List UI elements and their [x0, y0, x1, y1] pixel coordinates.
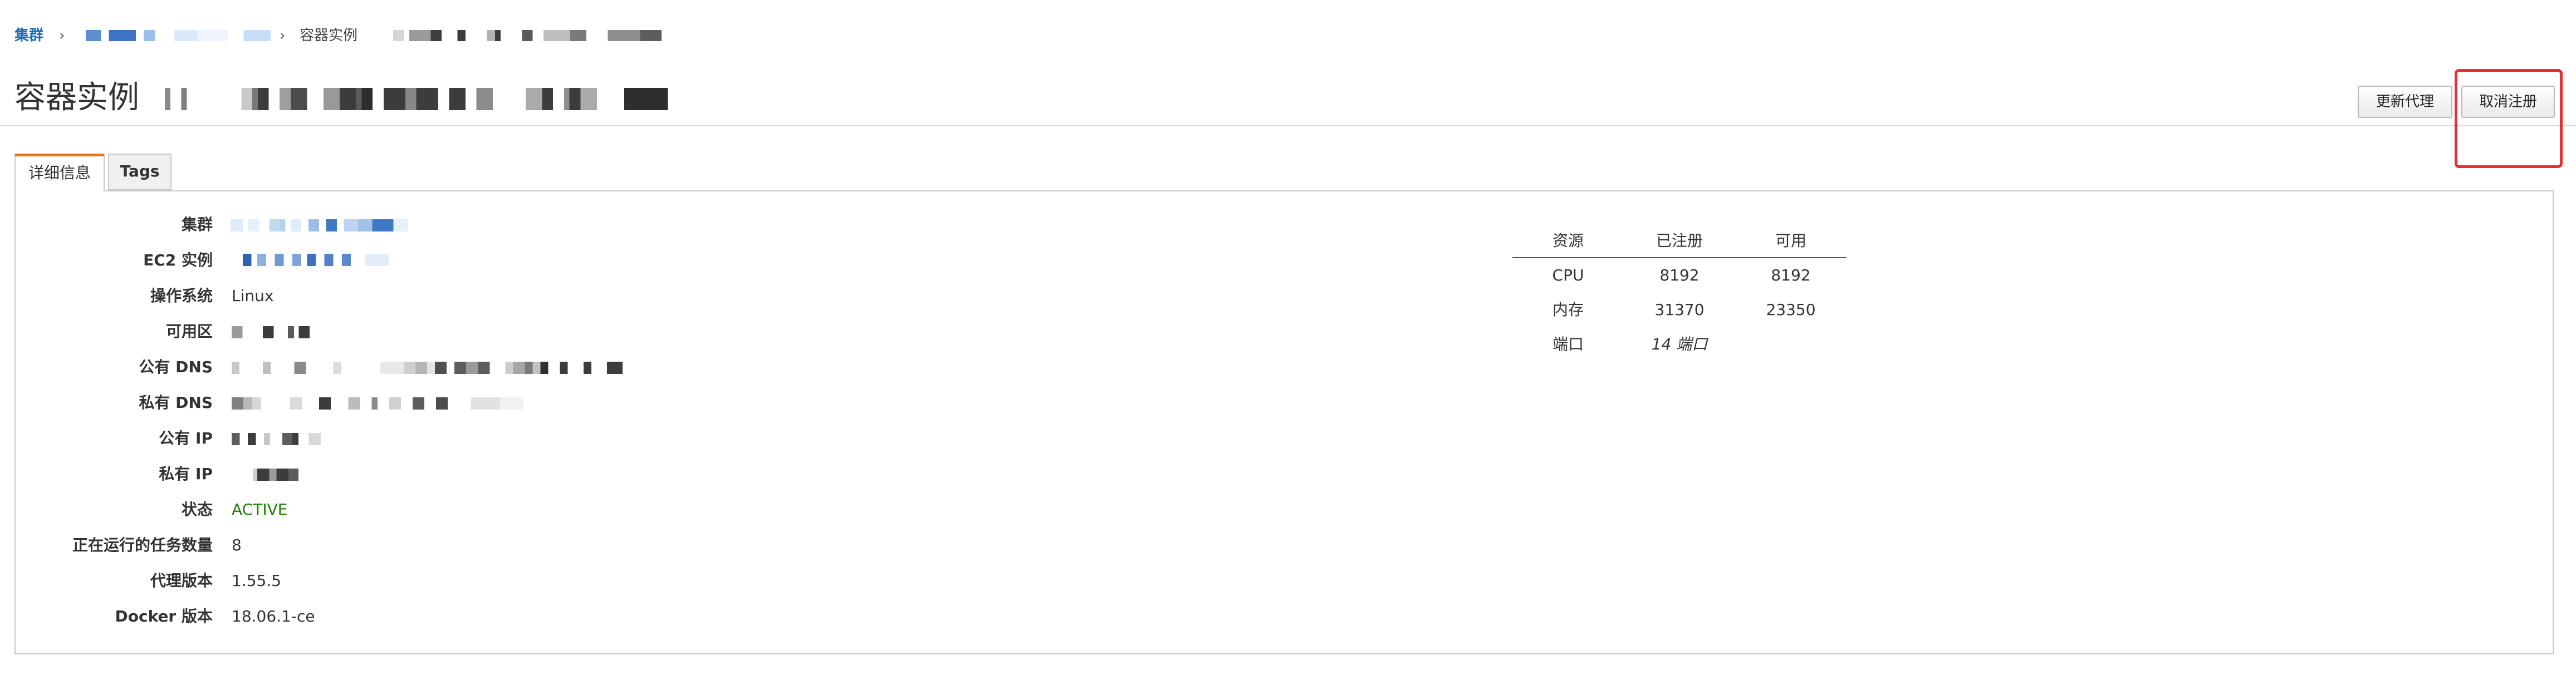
- resources-header-registered: 已注册: [1656, 231, 1703, 250]
- public-dns-label: 公有 DNS: [139, 358, 213, 376]
- table-cell: 23350: [1766, 300, 1816, 319]
- agent-version-value: 1.55.5: [232, 571, 282, 590]
- public-dns-value-redacted: [232, 362, 623, 374]
- agent-version-label: 代理版本: [150, 571, 213, 590]
- table-cell: 8192: [1771, 266, 1811, 284]
- table-cell: 8192: [1659, 266, 1700, 284]
- cluster-value-redacted[interactable]: [231, 219, 408, 231]
- table-cell: 31370: [1654, 300, 1705, 319]
- docker-version-value: 18.06.1-ce: [232, 607, 315, 625]
- page-title: 容器实例: [14, 76, 139, 120]
- ec2-instance-value-redacted[interactable]: [243, 254, 389, 266]
- breadcrumb-cluster-name-redacted[interactable]: [86, 30, 278, 41]
- status-badge: ACTIVE: [232, 500, 288, 519]
- breadcrumb-current: 容器实例: [300, 27, 358, 44]
- status-label: 状态: [181, 500, 213, 519]
- tab-details[interactable]: 详细信息: [14, 154, 105, 191]
- table-cell: CPU: [1552, 266, 1584, 284]
- ec2-instance-label: EC2 实例: [143, 251, 213, 269]
- breadcrumb-separator: ›: [59, 27, 65, 44]
- table-cell: [1735, 332, 1847, 357]
- update-agent-button[interactable]: 更新代理: [2358, 86, 2452, 118]
- private-dns-label: 私有 DNS: [139, 393, 213, 412]
- details-panel: [14, 190, 2554, 654]
- breadcrumb-instance-id-redacted: [393, 30, 662, 41]
- table-cell: 内存: [1552, 300, 1584, 319]
- docker-version-label: Docker 版本: [115, 607, 213, 625]
- annotation-highlight-box: [2455, 69, 2563, 168]
- resources-header-resource: 资源: [1552, 231, 1584, 250]
- resources-header-rule: [1512, 257, 1847, 258]
- running-tasks-label: 正在运行的任务数量: [72, 536, 213, 554]
- table-cell: 14 端口: [1651, 335, 1708, 353]
- page-title-label: 容器实例: [14, 80, 139, 116]
- private-dns-value-redacted: [232, 397, 523, 410]
- title-divider: [0, 125, 2576, 126]
- running-tasks-value: 8: [232, 536, 242, 554]
- cluster-label: 集群: [181, 215, 213, 234]
- os-label: 操作系统: [150, 287, 213, 305]
- private-ip-label: 私有 IP: [159, 465, 213, 483]
- tab-tags[interactable]: Tags: [108, 154, 172, 190]
- page-title-instance-id-redacted: [165, 88, 712, 110]
- breadcrumb-separator-2: ›: [280, 27, 286, 44]
- breadcrumb-cluster-link[interactable]: 集群: [14, 24, 43, 47]
- resources-header-available: 可用: [1775, 231, 1806, 250]
- private-ip-value-redacted: [253, 469, 298, 481]
- table-cell: 端口: [1552, 335, 1584, 353]
- public-ip-label: 公有 IP: [159, 429, 213, 447]
- availability-zone-value-redacted: [232, 326, 310, 338]
- os-value: Linux: [232, 287, 274, 305]
- availability-zone-label: 可用区: [165, 322, 213, 341]
- public-ip-value-redacted: [232, 433, 333, 445]
